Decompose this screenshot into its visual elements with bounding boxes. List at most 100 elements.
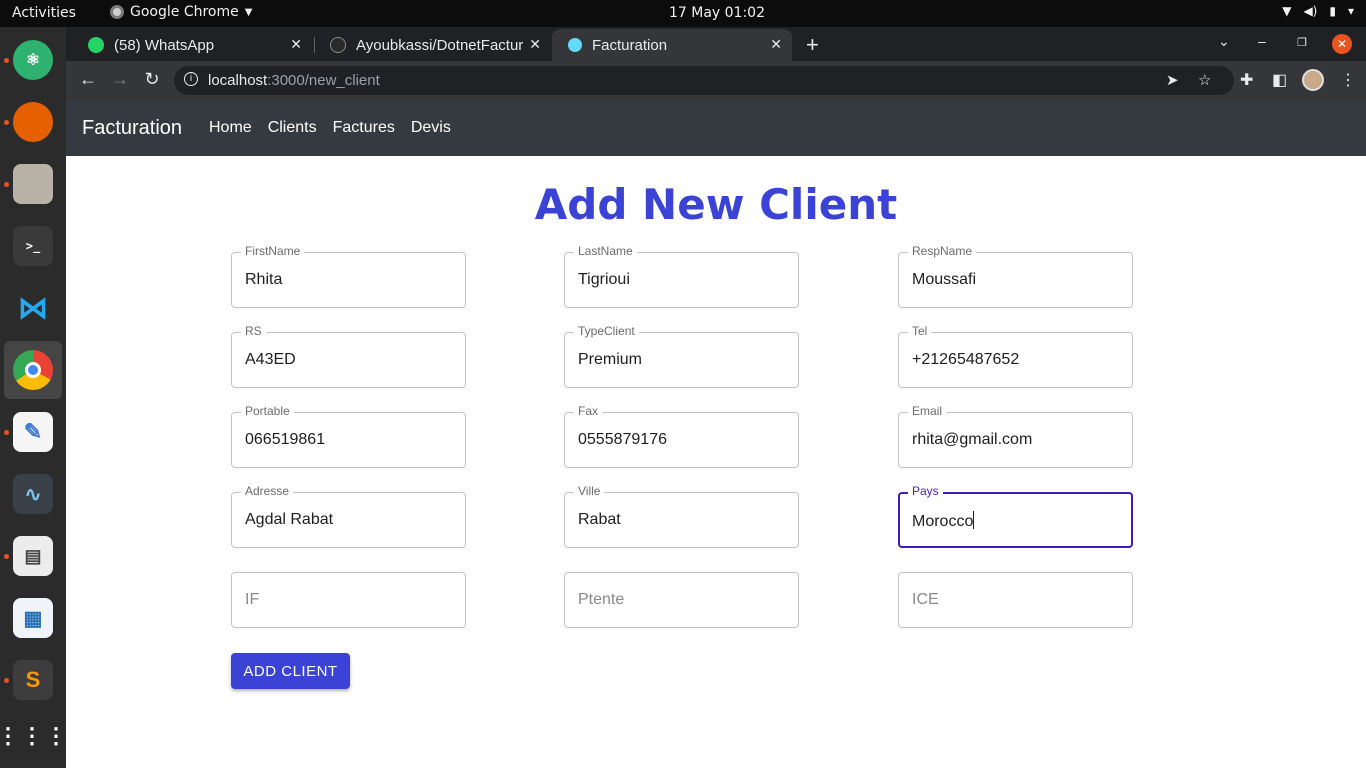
dock-item-files[interactable] (0, 155, 66, 213)
running-indicator (4, 182, 9, 187)
chrome-icon (13, 350, 53, 390)
field-value-wrapper: Morocco (912, 511, 975, 531)
text-editor-icon: ✎ (13, 412, 53, 452)
url-text: localhost:3000/new_client (208, 72, 380, 89)
dock-item-terminal[interactable]: >_ (0, 217, 66, 275)
field-label: Portable (241, 404, 294, 418)
dock-item-libreoffice-writer[interactable]: ▦ (0, 589, 66, 647)
back-icon[interactable]: ← (76, 69, 100, 90)
clock[interactable]: 17 May 01:02 (0, 5, 1366, 21)
battery-icon: ▮ (1329, 4, 1336, 18)
chevron-down-icon: ▾ (1347, 4, 1354, 18)
system-monitor-icon: ∿ (13, 474, 53, 514)
more-menu-icon[interactable]: ⋮ (1340, 70, 1356, 90)
field-label: Fax (574, 404, 603, 418)
pays-field[interactable]: Pays Morocco (898, 484, 1133, 548)
field-placeholder: ICE (912, 591, 939, 608)
wifi-icon: ▼ (1282, 4, 1292, 18)
dock-item-firefox[interactable] (0, 93, 66, 151)
close-icon[interactable]: ✕ (529, 36, 541, 53)
terminal-icon: >_ (13, 226, 53, 266)
typeclient-field[interactable]: TypeClient Premium (564, 324, 799, 388)
profile-avatar[interactable] (1302, 69, 1324, 91)
document-viewer-icon: ▤ (13, 536, 53, 576)
fax-field[interactable]: Fax 0555879176 (564, 404, 799, 468)
field-label: Ville (574, 484, 605, 498)
tab-title: (58) WhatsApp (114, 36, 215, 54)
rs-field[interactable]: RS A43ED (231, 324, 466, 388)
dock-item-document-viewer[interactable]: ▤ (0, 527, 66, 585)
if-field[interactable]: IF (231, 572, 466, 628)
navbar-links: Home Clients Factures Devis (209, 119, 451, 137)
firstname-field[interactable]: FirstName Rhita (231, 244, 466, 308)
lastname-field[interactable]: LastName Tigrioui (564, 244, 799, 308)
firefox-icon (13, 102, 53, 142)
tab-whatsapp[interactable]: (58) WhatsApp ✕ (72, 29, 312, 61)
writer-icon: ▦ (13, 598, 53, 638)
field-label: TypeClient (574, 324, 639, 338)
dock-item-sublime[interactable]: S (0, 651, 66, 709)
dock-item-system-monitor[interactable]: ∿ (0, 465, 66, 523)
maximize-icon[interactable]: ❐ (1297, 36, 1307, 49)
ice-field[interactable]: ICE (898, 572, 1133, 628)
field-placeholder: Ptente (578, 591, 625, 608)
dock-item-chrome[interactable] (4, 341, 62, 399)
side-panel-icon[interactable]: ◧ (1272, 70, 1287, 90)
minimize-icon[interactable]: – (1258, 33, 1266, 49)
new-tab-button[interactable]: + (806, 32, 819, 58)
tel-field[interactable]: Tel +21265487652 (898, 324, 1133, 388)
main-content: Add New Client FirstName Rhita LastName … (66, 156, 1366, 768)
show-apps-button[interactable]: ⋮⋮⋮ (0, 707, 69, 765)
field-label: FirstName (241, 244, 305, 258)
dock-item-text-editor[interactable]: ✎ (0, 403, 66, 461)
ptente-field[interactable]: Ptente (564, 572, 799, 628)
browser-toolbar: ← → ↻ i localhost:3000/new_client ➤ ☆ ✚ … (66, 61, 1366, 100)
field-placeholder: IF (245, 591, 260, 608)
address-bar[interactable]: i localhost:3000/new_client ➤ ☆ (174, 66, 1234, 95)
dock-item-vscode[interactable]: ⋈ (0, 279, 66, 337)
tab-search-icon[interactable]: ⌄ (1218, 33, 1230, 50)
tab-facturation[interactable]: Facturation ✕ (552, 29, 792, 61)
url-path: :3000/new_client (267, 72, 380, 89)
bookmark-star-icon[interactable]: ☆ (1198, 71, 1211, 89)
ville-field[interactable]: Ville Rabat (564, 484, 799, 548)
adresse-field[interactable]: Adresse Agdal Rabat (231, 484, 466, 548)
field-label: RS (241, 324, 266, 338)
email-field[interactable]: Email rhita@gmail.com (898, 404, 1133, 468)
add-client-button[interactable]: ADD CLIENT (231, 653, 350, 689)
field-value: A43ED (245, 351, 296, 368)
forward-icon[interactable]: → (108, 69, 132, 90)
window-close-icon[interactable]: ✕ (1332, 34, 1352, 54)
close-icon[interactable]: ✕ (770, 36, 782, 53)
field-value: Agdal Rabat (245, 511, 334, 528)
field-label: Pays (908, 484, 943, 498)
field-value: Moussafi (912, 271, 977, 288)
reload-icon[interactable]: ↻ (140, 69, 164, 90)
send-icon[interactable]: ➤ (1166, 71, 1179, 89)
react-icon (568, 38, 582, 52)
tab-strip: (58) WhatsApp ✕ Ayoubkassi/DotnetFactur … (66, 27, 1366, 61)
extensions-icon[interactable]: ✚ (1240, 70, 1253, 90)
field-value: Rhita (245, 271, 283, 288)
tab-github[interactable]: Ayoubkassi/DotnetFactur ✕ (314, 29, 551, 61)
vscode-icon: ⋈ (13, 288, 53, 328)
field-value: Rabat (578, 511, 621, 528)
respname-field[interactable]: RespName Moussafi (898, 244, 1133, 308)
system-tray[interactable]: ▼ ◀) ▮ ▾ (1282, 4, 1354, 18)
field-value: rhita@gmail.com (912, 431, 1033, 448)
nav-link-factures[interactable]: Factures (333, 119, 395, 137)
text-cursor (973, 511, 975, 529)
portable-field[interactable]: Portable 066519861 (231, 404, 466, 468)
nav-link-clients[interactable]: Clients (268, 119, 317, 137)
field-value: Premium (578, 351, 643, 368)
navbar-brand[interactable]: Facturation (82, 117, 182, 140)
nav-link-home[interactable]: Home (209, 119, 252, 137)
field-label: Adresse (241, 484, 294, 498)
nav-link-devis[interactable]: Devis (411, 119, 451, 137)
dock-item-atom[interactable]: ⚛ (0, 31, 66, 89)
info-icon[interactable]: i (184, 72, 198, 86)
field-value: 0555879176 (578, 431, 667, 448)
close-icon[interactable]: ✕ (290, 36, 302, 53)
whatsapp-icon (88, 37, 104, 53)
app-grid-icon: ⋮⋮⋮ (0, 723, 69, 748)
